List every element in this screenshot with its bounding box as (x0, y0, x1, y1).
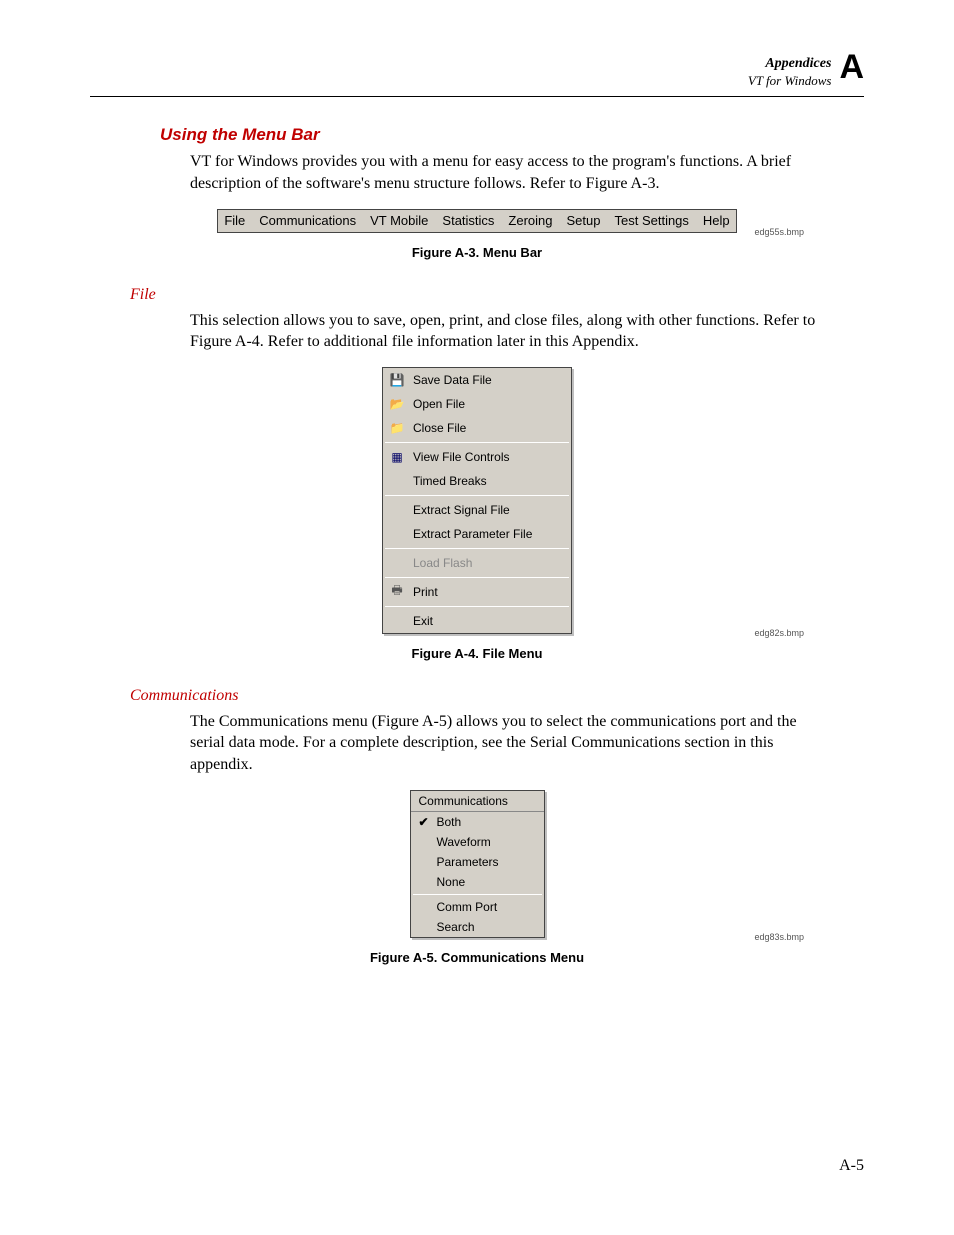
menu-item-extract-signal[interactable]: Extract Signal File (383, 498, 571, 522)
view-controls-icon: ▦ (389, 449, 405, 465)
menu-item-label: Exit (413, 614, 433, 628)
menu-item-label: View File Controls (413, 450, 509, 464)
figure-a3-caption: Figure A-3. Menu Bar (90, 245, 864, 260)
menu-item-save[interactable]: 💾 Save Data File (383, 368, 571, 392)
check-icon: ✔ (417, 815, 431, 829)
menu-item-print[interactable]: 🖶 Print (383, 580, 571, 604)
menu-separator (385, 548, 569, 549)
menubar-item[interactable]: Zeroing (508, 213, 552, 228)
section1-body: VT for Windows provides you with a menu … (190, 151, 830, 194)
figure-a4: 💾 Save Data File 📂 Open File 📁 Close Fil… (90, 367, 864, 634)
comm-section-body: The Communications menu (Figure A-5) all… (190, 711, 830, 776)
comm-item-none[interactable]: None (411, 872, 544, 892)
menu-item-exit[interactable]: Exit (383, 609, 571, 633)
section-using-menu-bar: Using the Menu Bar (160, 125, 864, 145)
menubar-item[interactable]: Setup (567, 213, 601, 228)
menu-separator (385, 606, 569, 607)
comm-item-label: None (437, 875, 466, 889)
menu-separator (385, 442, 569, 443)
menubar-item[interactable]: Communications (259, 213, 356, 228)
blank-icon (389, 502, 405, 518)
comm-item-label: Search (437, 920, 475, 934)
figure-a5-caption: Figure A-5. Communications Menu (90, 950, 864, 965)
save-icon: 💾 (389, 372, 405, 388)
menu-item-label: Save Data File (413, 373, 492, 387)
open-icon: 📂 (389, 396, 405, 412)
menu-item-close[interactable]: 📁 Close File (383, 416, 571, 440)
menu-item-label: Timed Breaks (413, 474, 487, 488)
menubar-image: File Communications VT Mobile Statistics… (217, 209, 736, 233)
comm-item-label: Parameters (437, 855, 499, 869)
figure-a4-caption: Figure A-4. File Menu (90, 646, 864, 661)
menu-separator (385, 495, 569, 496)
comm-item-label: Waveform (437, 835, 491, 849)
menu-item-label: Print (413, 585, 438, 599)
menu-item-label: Close File (413, 421, 466, 435)
comm-item-label: Both (437, 815, 462, 829)
menu-item-load-flash: Load Flash (383, 551, 571, 575)
menu-separator (413, 894, 542, 895)
menubar-item[interactable]: File (224, 213, 245, 228)
communications-menu-image: Communications ✔ Both Waveform Parameter… (410, 790, 545, 938)
menu-item-label: Load Flash (413, 556, 472, 570)
print-icon: 🖶 (389, 584, 405, 600)
menu-item-extract-parameter[interactable]: Extract Parameter File (383, 522, 571, 546)
menubar-item[interactable]: Test Settings (614, 213, 688, 228)
menu-item-open[interactable]: 📂 Open File (383, 392, 571, 416)
close-folder-icon: 📁 (389, 420, 405, 436)
header-appendix-letter: A (839, 50, 864, 84)
file-section-body: This selection allows you to save, open,… (190, 310, 830, 353)
comm-item-waveform[interactable]: Waveform (411, 832, 544, 852)
menu-item-label: Extract Signal File (413, 503, 510, 517)
sub-file-title: File (130, 286, 864, 304)
menu-separator (385, 577, 569, 578)
comm-item-parameters[interactable]: Parameters (411, 852, 544, 872)
menubar-item[interactable]: VT Mobile (370, 213, 428, 228)
header-title: Appendices (748, 56, 832, 73)
sub-comm-title: Communications (130, 687, 864, 705)
page-header: Appendices VT for Windows A (90, 50, 864, 97)
header-subtitle: VT for Windows (748, 73, 832, 89)
comm-item-label: Comm Port (437, 900, 498, 914)
comm-item-both[interactable]: ✔ Both (411, 812, 544, 832)
page-number: A-5 (839, 1157, 864, 1175)
blank-icon (389, 526, 405, 542)
blank-icon (389, 555, 405, 571)
menu-item-label: Extract Parameter File (413, 527, 532, 541)
comm-item-commport[interactable]: Comm Port (411, 897, 544, 917)
blank-icon (389, 473, 405, 489)
figure-a5: Communications ✔ Both Waveform Parameter… (90, 790, 864, 938)
menubar-item[interactable]: Help (703, 213, 730, 228)
file-menu-image: 💾 Save Data File 📂 Open File 📁 Close Fil… (382, 367, 572, 634)
menu-item-view-controls[interactable]: ▦ View File Controls (383, 445, 571, 469)
comm-menu-head: Communications (411, 791, 544, 812)
menubar-item[interactable]: Statistics (442, 213, 494, 228)
menu-item-label: Open File (413, 397, 465, 411)
menu-item-timed-breaks[interactable]: Timed Breaks (383, 469, 571, 493)
comm-item-search[interactable]: Search (411, 917, 544, 937)
blank-icon (389, 613, 405, 629)
